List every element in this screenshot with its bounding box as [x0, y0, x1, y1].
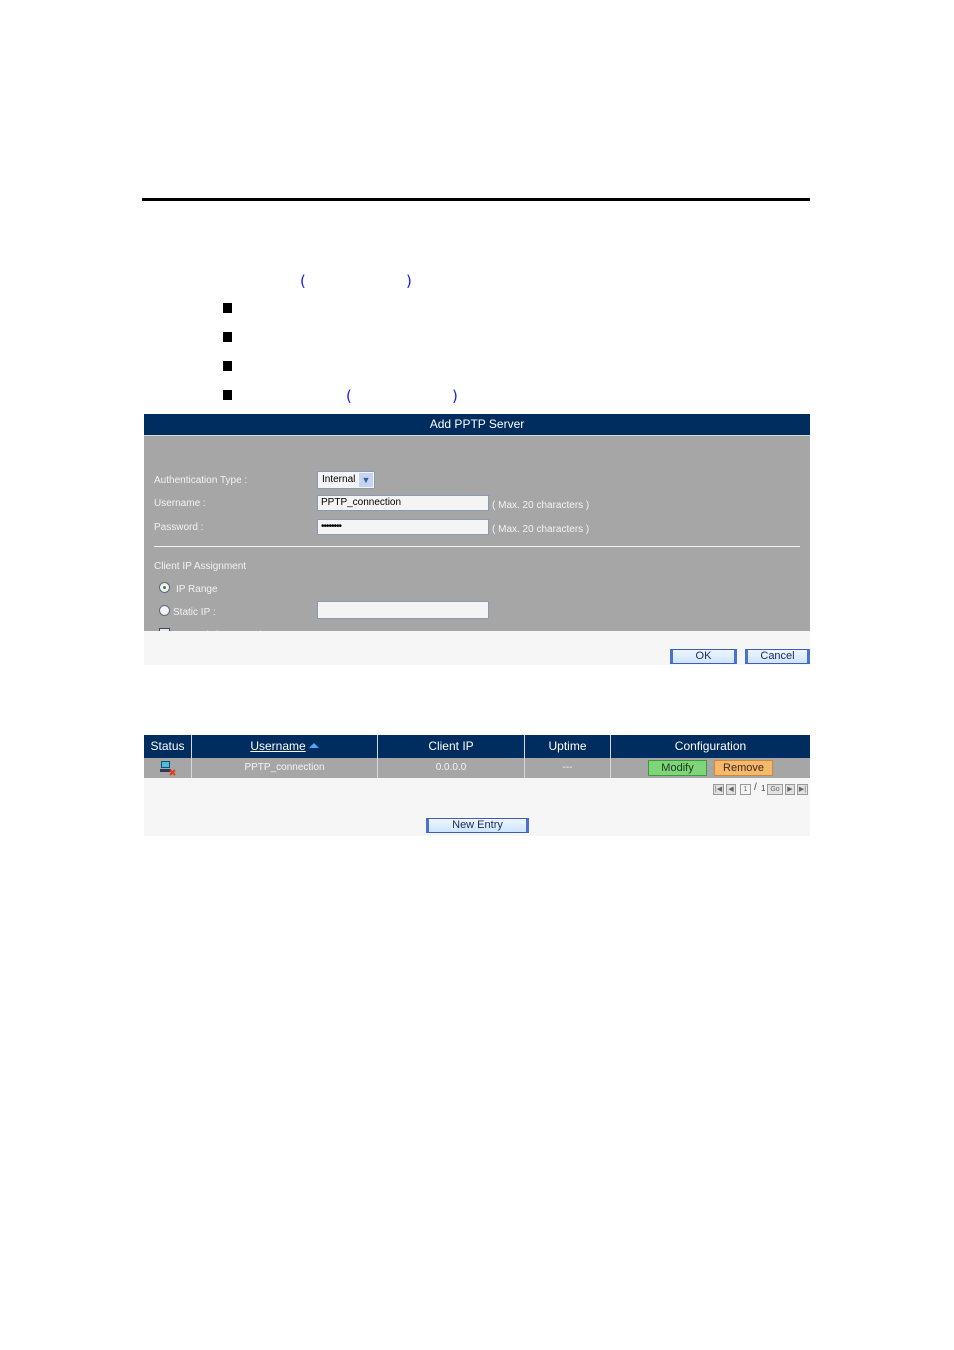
header-username-label[interactable]: Username [250, 739, 305, 753]
cancel-button[interactable]: Cancel [745, 649, 810, 664]
ok-button[interactable]: OK [670, 649, 737, 664]
remove-button[interactable]: Remove [714, 760, 773, 776]
status-cell [144, 758, 192, 778]
header-configuration: Configuration [674, 739, 747, 753]
table-row: PPTP_connection 0.0.0.0 --- Modify Remov… [144, 758, 810, 778]
last-page-icon[interactable]: ▶| [797, 784, 808, 795]
username-hint: ( Max. 20 characters ) [492, 500, 590, 511]
paren-close: ) [406, 272, 412, 290]
username-cell: PPTP_connection [192, 758, 378, 778]
total-pages: 1 [761, 784, 766, 793]
header-uptime: Uptime [525, 735, 611, 758]
static-ip-radio[interactable] [159, 605, 170, 616]
auth-type-select[interactable]: Internal ▼ [317, 471, 375, 489]
chevron-down-icon[interactable]: ▼ [359, 473, 373, 487]
paren-open: ( [346, 387, 352, 405]
client-ip-cell: 0.0.0.0 [378, 758, 525, 778]
table-header: Status Username Client IP Uptime Configu… [144, 735, 810, 758]
panel-body: Authentication Type : Internal ▼ Usernam… [144, 436, 810, 641]
password-hint: ( Max. 20 characters ) [492, 524, 590, 535]
go-button[interactable]: Go [767, 784, 783, 795]
password-input[interactable]: •••••••• [317, 519, 489, 535]
client-ip-assignment-label: Client IP Assignment [154, 561, 247, 572]
page-separator: / [754, 782, 757, 793]
new-entry-button[interactable]: New Entry [426, 818, 529, 833]
header-client-ip: Client IP [378, 735, 525, 758]
header-status: Status [144, 735, 192, 758]
bullet-icon [223, 303, 232, 313]
ip-range-label: IP Range [176, 584, 218, 595]
bullet-icon [223, 361, 232, 371]
bullet-icon [223, 332, 232, 342]
page-number-input[interactable]: 1 [740, 784, 751, 795]
auth-type-label: Authentication Type : [154, 475, 248, 486]
header-username[interactable]: Username [192, 735, 378, 758]
next-page-icon[interactable]: ▶ [785, 784, 795, 795]
add-pptp-server-panel: Add PPTP Server Authentication Type : In… [144, 414, 810, 665]
table-footer: |◀ ◀ 1 / 1 Go ▶ ▶| New Entry [144, 778, 810, 836]
static-ip-label: Static IP : [173, 607, 216, 618]
first-page-icon[interactable]: |◀ [713, 784, 724, 795]
sort-ascending-icon[interactable] [308, 743, 319, 748]
modify-button[interactable]: Modify [648, 760, 707, 776]
username-label: Username : [154, 498, 206, 509]
uptime-cell: --- [525, 758, 611, 778]
panel-title: Add PPTP Server [144, 414, 810, 436]
section-divider [154, 546, 800, 547]
prev-page-icon[interactable]: ◀ [726, 784, 736, 795]
horizontal-rule [142, 198, 810, 201]
auth-type-value: Internal [322, 474, 356, 485]
paren-close: ) [452, 387, 458, 405]
bullet-icon [223, 390, 232, 400]
paren-open: ( [300, 272, 306, 290]
panel-footer: OK Cancel [144, 631, 810, 665]
password-label: Password : [154, 522, 204, 533]
ip-range-radio[interactable] [159, 582, 170, 593]
disconnected-computer-icon [159, 761, 176, 776]
pptp-server-table: Status Username Client IP Uptime Configu… [144, 735, 810, 836]
configuration-cell: Modify Remove [611, 758, 810, 778]
username-input[interactable]: PPTP_connection [317, 495, 489, 511]
static-ip-input[interactable] [317, 601, 489, 619]
